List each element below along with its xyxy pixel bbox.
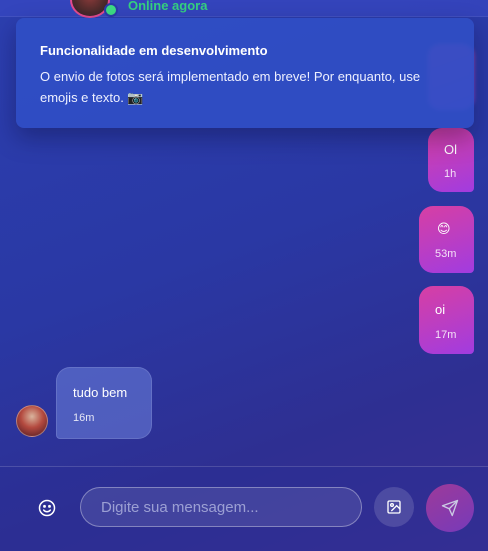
image-icon [387, 500, 401, 514]
message-time: 17m [435, 329, 457, 341]
message-time: 53m [435, 248, 457, 260]
sender-avatar[interactable] [16, 405, 48, 437]
message-input[interactable] [80, 487, 362, 527]
message-bubble-outgoing[interactable]: 😊 53m [419, 206, 474, 273]
message-bubble-outgoing[interactable]: Ol 1h [428, 128, 474, 192]
online-indicator [104, 3, 118, 17]
chat-header: Online agora [0, 0, 488, 18]
message-text: 😊 [437, 221, 451, 236]
message-time: 1h [444, 168, 457, 180]
message-bubble-incoming[interactable]: tudo bem 16m [56, 367, 152, 439]
message-text: tudo bem [73, 385, 128, 400]
message-time: 16m [73, 412, 95, 424]
toast-title: Funcionalidade em desenvolvimento [40, 43, 268, 58]
feature-notice-toast: Funcionalidade em desenvolvimento O envi… [16, 18, 474, 128]
smiley-icon[interactable] [36, 497, 58, 519]
send-button[interactable] [426, 484, 474, 532]
send-icon [441, 499, 459, 517]
attach-image-button[interactable] [374, 487, 414, 527]
message-text: oi [435, 302, 446, 317]
message-bubble-outgoing[interactable]: oi 17m [419, 286, 474, 354]
toast-body: O envio de fotos será implementado em br… [40, 69, 421, 105]
message-text: Ol [444, 142, 457, 157]
online-status: Online agora [128, 0, 208, 13]
